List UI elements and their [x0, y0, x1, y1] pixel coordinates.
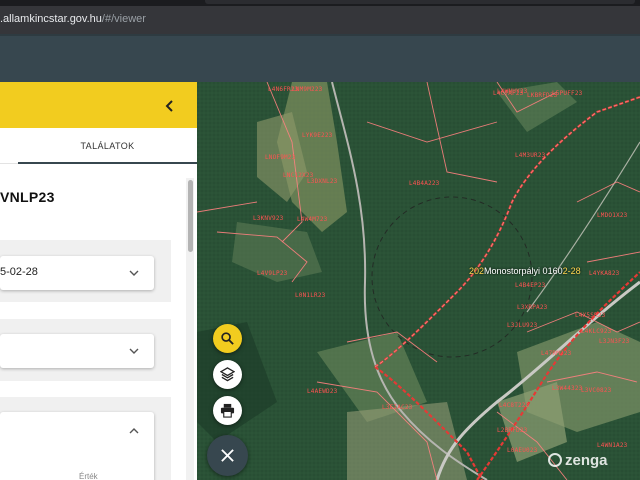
parcel-label: L3EIAC23 — [382, 404, 413, 411]
panel-header — [0, 82, 197, 128]
parcel-label: LMDO1X23 — [597, 212, 628, 219]
app-root: .allamkincstar.gov.hu/#/viewer TALÁLATOK… — [0, 0, 640, 480]
map-layers-button[interactable] — [213, 360, 242, 389]
parcel-label: L3JN3F23 — [599, 338, 630, 345]
collapse-panel-button[interactable] — [160, 96, 180, 116]
print-icon — [220, 403, 235, 418]
parcel-label: L4B4A223 — [409, 180, 440, 187]
chevron-up-icon[interactable] — [128, 424, 140, 436]
layers-icon — [220, 367, 235, 382]
place-label-suffix: 2-28 — [562, 266, 581, 276]
close-map-button[interactable] — [207, 435, 248, 476]
satellite-basemap — [197, 82, 640, 480]
panel-scrollbar-thumb[interactable] — [188, 180, 193, 252]
parcel-label: L3DXNL23 — [307, 178, 338, 185]
parcel-label: L0AEU023 — [507, 447, 538, 454]
watermark-text: zenga — [565, 452, 608, 469]
parcel-label: LNOF9M23 — [265, 154, 296, 161]
value-column-label: Érték — [79, 472, 98, 480]
filter-select[interactable] — [0, 334, 154, 368]
parcel-label: L4KLC923 — [581, 328, 612, 335]
parcel-label: L4YKA823 — [589, 270, 620, 277]
date-select[interactable]: 5-02-28 — [0, 256, 154, 290]
watermark-logo-icon — [548, 453, 562, 467]
details-card — [0, 412, 154, 480]
map-view[interactable]: L4N6FR23 LNM9M223 LYK9E223 LNOF9M23 LNC12X23… — [197, 82, 640, 480]
place-label-name: Monostorpályi 0160 — [484, 266, 563, 276]
parcel-label: L4W4M723 — [297, 216, 328, 223]
header-divider — [0, 34, 640, 36]
map-search-button[interactable] — [213, 324, 242, 353]
url-text[interactable]: .allamkincstar.gov.hu/#/viewer — [0, 13, 146, 25]
parcel-label: L2BRFD23 — [497, 427, 528, 434]
app-header-bar — [0, 34, 640, 82]
parcel-label: L4C8T223 — [499, 402, 530, 409]
chevron-down-icon — [128, 266, 140, 278]
parcel-label: L3W44323 — [552, 385, 583, 392]
parcel-label: LKBRFD23 — [527, 92, 558, 99]
parcel-label: L4X5SR23 — [575, 312, 606, 319]
watermark: zenga — [548, 452, 608, 469]
parcel-label: L3XRPA23 — [517, 304, 548, 311]
chevron-left-icon — [165, 100, 173, 112]
parcel-label: L4B4EP23 — [515, 282, 546, 289]
parcel-label: L4CTAF23 — [493, 90, 524, 97]
side-panel: TALÁLATOK VNLP23 5-02-28 Érték — [0, 82, 197, 480]
url-host: .allamkincstar.gov.hu — [0, 13, 102, 25]
parcel-label: LYK9E223 — [302, 132, 333, 139]
close-icon — [221, 449, 234, 462]
parcel-label: L4V9LP23 — [257, 270, 288, 277]
parcel-label: L47RM223 — [541, 350, 572, 357]
browser-address-bar[interactable]: .allamkincstar.gov.hu/#/viewer — [0, 6, 640, 34]
parcel-label: LNM9M223 — [292, 86, 323, 93]
url-path: /#/viewer — [101, 13, 146, 25]
place-name-label[interactable]: 202Monostorpályi 01602-28 — [469, 266, 581, 276]
parcel-label: L4AEWD23 — [307, 388, 338, 395]
tab-results[interactable]: TALÁLATOK — [18, 128, 197, 164]
panel-tabs: TALÁLATOK — [0, 128, 197, 164]
search-icon — [221, 332, 234, 345]
parcel-label: L3VC0823 — [581, 387, 612, 394]
map-print-button[interactable] — [213, 396, 242, 425]
parcel-label: L0N1LR23 — [295, 292, 326, 299]
parcel-id-title: VNLP23 — [0, 189, 55, 205]
parcel-label: L3JLU923 — [507, 322, 538, 329]
parcel-label: L3KNV923 — [253, 215, 284, 222]
chevron-down-icon — [128, 344, 140, 356]
parcel-label: L4WN1A23 — [597, 442, 628, 449]
date-value: 5-02-28 — [0, 266, 38, 278]
parcel-label: L4M3UR23 — [515, 152, 546, 159]
place-label-prefix: 202 — [469, 266, 485, 276]
browser-tab[interactable] — [205, 0, 635, 4]
